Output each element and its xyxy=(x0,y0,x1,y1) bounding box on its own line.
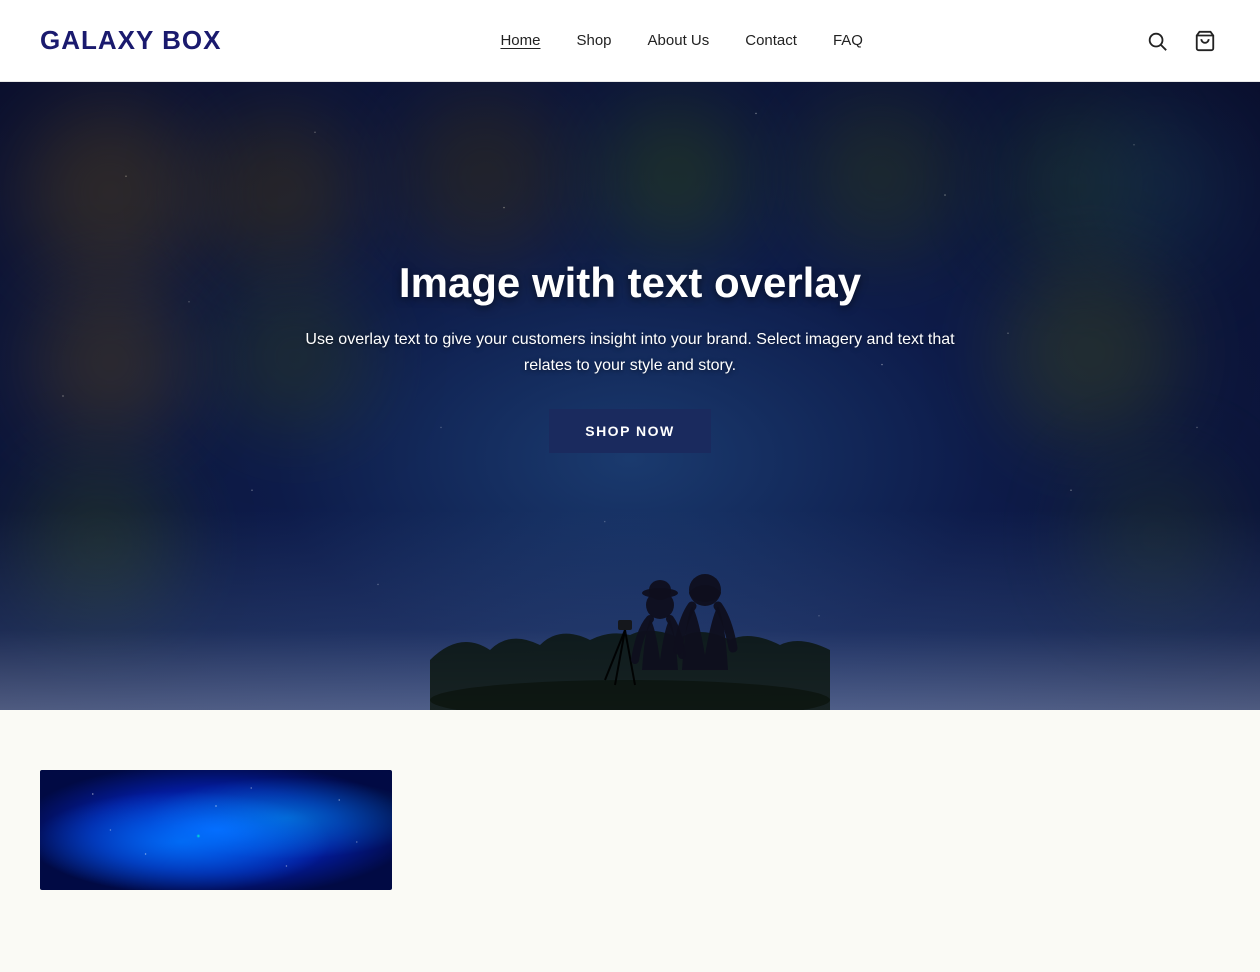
below-hero-section xyxy=(0,710,1260,930)
hero-content: Image with text overlay Use overlay text… xyxy=(280,239,980,472)
hero-title: Image with text overlay xyxy=(300,259,960,307)
header-actions xyxy=(1142,26,1220,56)
shop-now-button[interactable]: SHOP NOW xyxy=(549,409,711,453)
cart-button[interactable] xyxy=(1190,26,1220,56)
product-image-card[interactable] xyxy=(40,770,392,890)
nav-about[interactable]: About Us xyxy=(648,32,710,49)
main-nav: Home Shop About Us Contact FAQ xyxy=(500,32,862,49)
logo[interactable]: GALAXY BOX xyxy=(40,25,221,56)
nav-home[interactable]: Home xyxy=(500,32,540,49)
product-preview xyxy=(40,770,1220,890)
site-header: GALAXY BOX Home Shop About Us Contact FA… xyxy=(0,0,1260,82)
search-button[interactable] xyxy=(1142,26,1172,56)
hero-section: Image with text overlay Use overlay text… xyxy=(0,82,1260,710)
nav-contact[interactable]: Contact xyxy=(745,32,797,49)
nav-faq[interactable]: FAQ xyxy=(833,32,863,49)
search-icon xyxy=(1146,30,1168,52)
cart-icon xyxy=(1194,30,1216,52)
hero-subtitle: Use overlay text to give your customers … xyxy=(300,327,960,378)
galaxy-image xyxy=(40,770,392,890)
nav-shop[interactable]: Shop xyxy=(576,32,611,49)
